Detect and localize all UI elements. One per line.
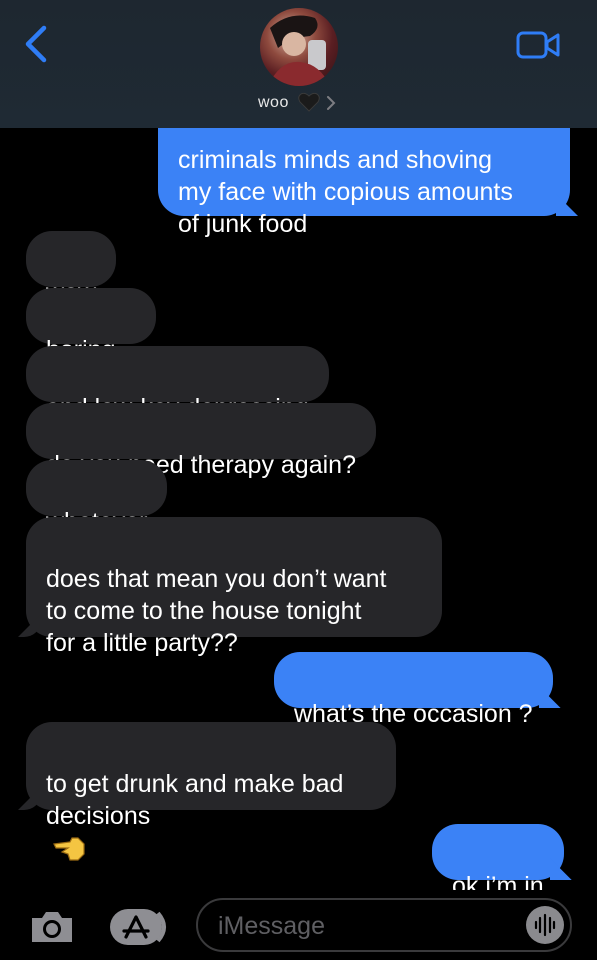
avatar-photo xyxy=(268,15,330,86)
camera-icon[interactable] xyxy=(28,908,76,946)
video-call-icon[interactable] xyxy=(516,30,560,60)
message-text: does that mean you don’t want to come to… xyxy=(46,565,387,657)
message-bubble-incoming[interactable]: does that mean you don’t want to come to… xyxy=(26,517,442,657)
message-input-placeholder: iMessage xyxy=(218,912,325,940)
contact-name[interactable]: woo xyxy=(258,94,289,112)
pointing-hand-emoji xyxy=(53,837,85,861)
message-bubble-incoming[interactable]: wow xyxy=(26,231,117,307)
back-chevron-icon[interactable] xyxy=(22,24,52,64)
message-bubble-outgoing[interactable]: what’s the occasion ? xyxy=(274,652,553,728)
message-text: criminals minds and shoving my face with… xyxy=(178,146,513,238)
message-bubble-incoming[interactable]: to get drunk and make bad decisions xyxy=(26,722,396,861)
composer-bar: iMessage xyxy=(0,890,597,960)
message-bubble-incoming[interactable]: and low-key depressing xyxy=(26,346,329,422)
audio-message-button[interactable] xyxy=(526,906,564,944)
message-input[interactable]: iMessage xyxy=(196,898,572,952)
message-bubble-incoming[interactable]: whatever xyxy=(26,460,168,536)
message-thread[interactable]: criminals minds and shoving my face with… xyxy=(0,0,597,960)
black-heart-icon xyxy=(298,92,320,112)
avatar[interactable] xyxy=(260,8,338,86)
app-store-icon[interactable] xyxy=(108,907,170,947)
message-bubble-incoming[interactable]: do you need therapy again? xyxy=(26,403,376,479)
chevron-right-icon[interactable] xyxy=(326,96,336,110)
message-bubble-incoming[interactable]: boring... xyxy=(26,288,157,364)
conversation-header: woo xyxy=(0,0,597,128)
message-bubble-outgoing[interactable]: ok i’m in xyxy=(432,824,564,900)
message-text: to get drunk and make bad decisions xyxy=(46,770,344,830)
audio-waveform-icon xyxy=(534,913,556,937)
imessage-screen: criminals minds and shoving my face with… xyxy=(0,0,597,960)
